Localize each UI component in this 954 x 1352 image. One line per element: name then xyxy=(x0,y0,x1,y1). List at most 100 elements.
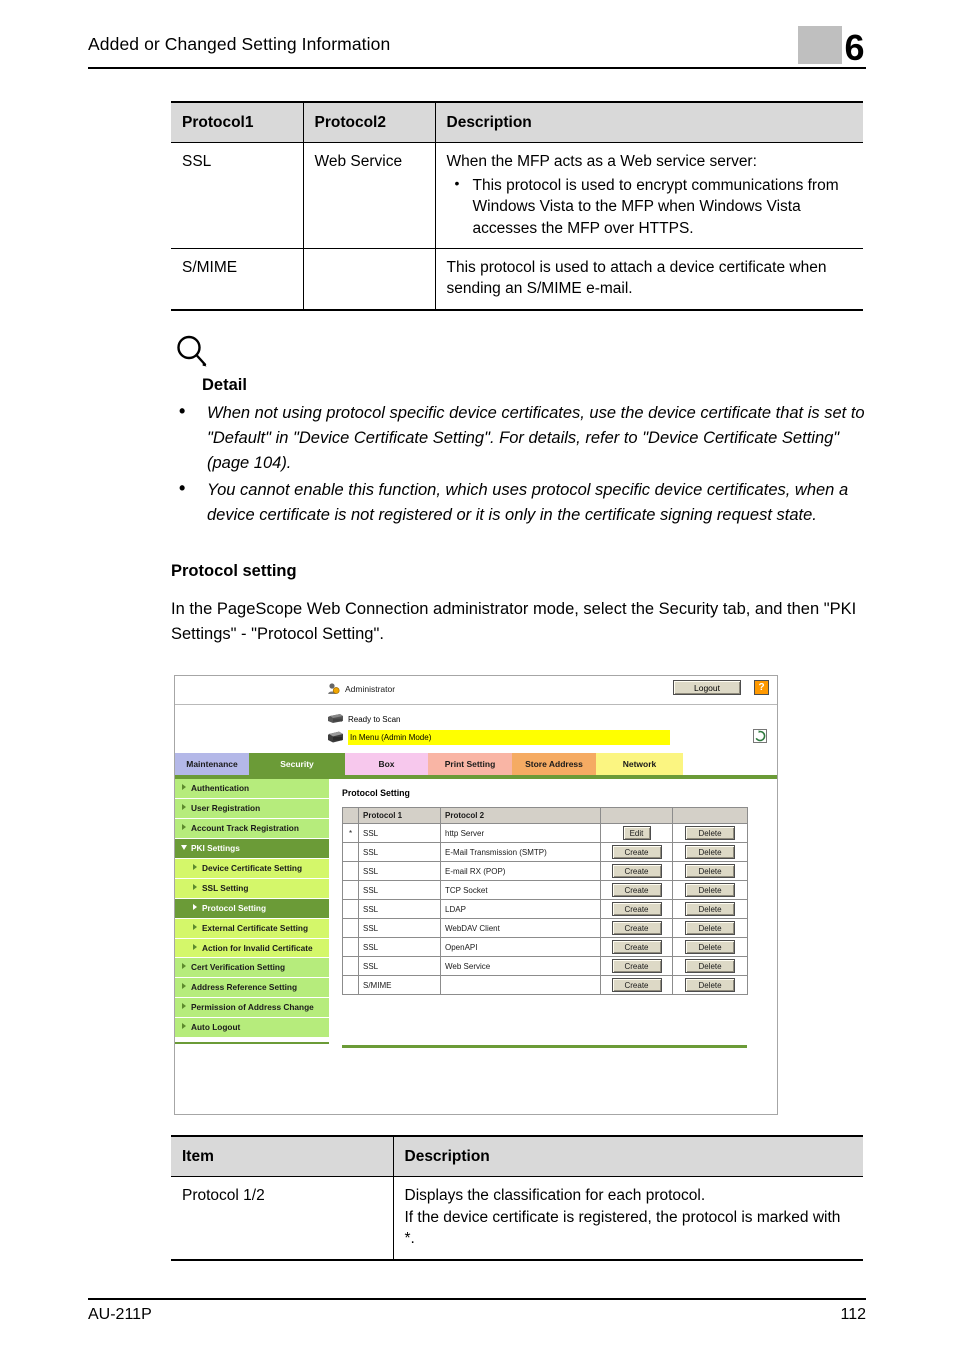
user-indicator: Administrator xyxy=(327,682,395,695)
sidebar-item-label: Action for Invalid Certificate xyxy=(202,942,313,953)
create-button[interactable]: Create xyxy=(611,940,662,954)
cell-registered-flag xyxy=(342,937,359,957)
edit-button[interactable]: Edit xyxy=(622,826,651,840)
user-label: Administrator xyxy=(345,683,396,694)
tab-box[interactable]: Box xyxy=(345,753,428,775)
table-row: S/MIME This protocol is used to attach a… xyxy=(171,248,863,310)
table-row: Protocol 1/2 Displays the classification… xyxy=(171,1176,863,1260)
tab-maintenance[interactable]: Maintenance xyxy=(175,753,249,775)
content-pane: Protocol Setting Protocol 1 Protocol 2 * xyxy=(329,779,777,1114)
create-button[interactable]: Create xyxy=(611,921,662,935)
cell-protocol2: http Server xyxy=(440,823,601,843)
help-icon[interactable]: ? xyxy=(754,680,769,695)
sidebar-item-permission-of-address-change[interactable]: Permission of Address Change xyxy=(175,998,329,1019)
column-header-description: Description xyxy=(434,102,863,143)
list-item: When not using protocol specific device … xyxy=(171,398,871,476)
refresh-arrows-icon xyxy=(755,730,766,742)
cell-registered-flag xyxy=(342,975,359,995)
screenshot-body: Authentication User Registration Account… xyxy=(175,779,777,1114)
delete-button[interactable]: Delete xyxy=(685,921,735,935)
cell-action2: Delete xyxy=(672,937,748,957)
sidebar-item-cert-verification-setting[interactable]: Cert Verification Setting xyxy=(175,958,329,979)
tab-print-setting[interactable]: Print Setting xyxy=(428,753,512,775)
cell-action2: Delete xyxy=(672,823,748,843)
table-header-row: Protocol1 Protocol2 Description xyxy=(171,102,863,143)
cell-description: Displays the classification for each pro… xyxy=(392,1176,863,1260)
create-button[interactable]: Create xyxy=(611,883,662,897)
sidebar-item-account-track-registration[interactable]: Account Track Registration xyxy=(175,818,329,839)
page-header: Added or Changed Setting Information 6 xyxy=(88,26,866,70)
column-header-protocol2: Protocol 2 xyxy=(440,807,601,824)
delete-button[interactable]: Delete xyxy=(685,845,735,859)
chevron-right-icon xyxy=(182,823,186,830)
table-row: SSL WebDAV Client Create Delete xyxy=(342,918,748,938)
cell-protocol2: Web Service xyxy=(440,956,601,976)
cell-action1: Create xyxy=(600,975,673,995)
create-button[interactable]: Create xyxy=(611,902,662,916)
status-text: Ready to Scan xyxy=(348,715,401,724)
create-button[interactable]: Create xyxy=(611,864,662,878)
sidebar-item-label: Protocol Setting xyxy=(202,902,267,913)
sidebar-item-label: Cert Verification Setting xyxy=(191,962,286,973)
sidebar-item-address-reference-setting[interactable]: Address Reference Setting xyxy=(175,978,329,999)
footer-page-number: 112 xyxy=(840,1306,866,1323)
refresh-icon[interactable] xyxy=(753,729,767,743)
table-row: SSL LDAP Create Delete xyxy=(342,899,748,919)
chevron-right-icon xyxy=(182,784,186,790)
cell-protocol1: SSL xyxy=(171,142,304,249)
sidebar-item-user-registration[interactable]: User Registration xyxy=(175,798,329,819)
tab-security[interactable]: Security xyxy=(249,753,345,775)
delete-button[interactable]: Delete xyxy=(685,978,735,992)
delete-button[interactable]: Delete xyxy=(685,826,735,840)
printer-icon xyxy=(328,731,343,743)
cell-action1: Create xyxy=(600,937,673,957)
chevron-right-icon xyxy=(182,1023,186,1030)
status-line-menu: In Menu (Admin Mode) xyxy=(327,730,670,745)
cell-protocol1: SSL xyxy=(358,861,441,881)
sidebar-item-action-for-invalid-certificate[interactable]: Action for Invalid Certificate xyxy=(175,938,329,959)
logout-button[interactable]: Logout xyxy=(673,680,741,695)
description-bullets: This protocol is used to encrypt communi… xyxy=(447,174,855,239)
cell-action1: Edit xyxy=(600,823,673,843)
tab-store-address[interactable]: Store Address xyxy=(512,753,596,775)
delete-button[interactable]: Delete xyxy=(685,940,735,954)
chevron-right-icon xyxy=(182,1003,186,1010)
sidebar-item-device-certificate-setting[interactable]: Device Certificate Setting xyxy=(175,858,329,879)
footer-model: AU-211P xyxy=(88,1306,152,1323)
cell-registered-flag xyxy=(342,842,359,862)
tab-network[interactable]: Network xyxy=(596,753,683,775)
sidebar-item-protocol-setting[interactable]: Protocol Setting xyxy=(175,898,329,919)
cell-action2: Delete xyxy=(672,861,748,881)
tab-bar: Maintenance Security Box Print Setting S… xyxy=(175,753,777,779)
sidebar-item-authentication[interactable]: Authentication xyxy=(175,779,329,799)
cell-item: Protocol 1/2 xyxy=(171,1176,394,1260)
item-description-table: Item Description Protocol 1/2 Displays t… xyxy=(171,1135,863,1261)
cell-action2: Delete xyxy=(672,918,748,938)
delete-button[interactable]: Delete xyxy=(685,959,735,973)
cell-action1: Create xyxy=(600,880,673,900)
create-button[interactable]: Create xyxy=(611,959,662,973)
delete-button[interactable]: Delete xyxy=(685,883,735,897)
cell-protocol1: S/MIME xyxy=(171,248,304,310)
column-header-protocol1: Protocol 1 xyxy=(358,807,441,824)
sidebar-item-external-certificate-setting[interactable]: External Certificate Setting xyxy=(175,918,329,939)
sidebar-item-label: Address Reference Setting xyxy=(191,982,298,993)
sidebar-item-pki-settings[interactable]: PKI Settings xyxy=(175,838,329,859)
sidebar-nav: Authentication User Registration Account… xyxy=(175,779,329,1114)
chevron-right-icon xyxy=(193,903,197,910)
create-button[interactable]: Create xyxy=(611,978,662,992)
sidebar-item-auto-logout[interactable]: Auto Logout xyxy=(175,1018,329,1039)
cell-registered-flag xyxy=(342,899,359,919)
sidebar-divider xyxy=(175,1042,329,1045)
chevron-right-icon xyxy=(193,883,197,890)
create-button[interactable]: Create xyxy=(611,845,662,859)
table-row: SSL OpenAPI Create Delete xyxy=(342,937,748,957)
status-line-ready: Ready to Scan xyxy=(327,713,400,726)
cell-protocol1: SSL xyxy=(358,880,441,900)
delete-button[interactable]: Delete xyxy=(685,902,735,916)
table-row: SSL TCP Socket Create Delete xyxy=(342,880,748,900)
delete-button[interactable]: Delete xyxy=(685,864,735,878)
cell-registered-flag xyxy=(342,861,359,881)
cell-action1: Create xyxy=(600,918,673,938)
sidebar-item-ssl-setting[interactable]: SSL Setting xyxy=(175,878,329,899)
